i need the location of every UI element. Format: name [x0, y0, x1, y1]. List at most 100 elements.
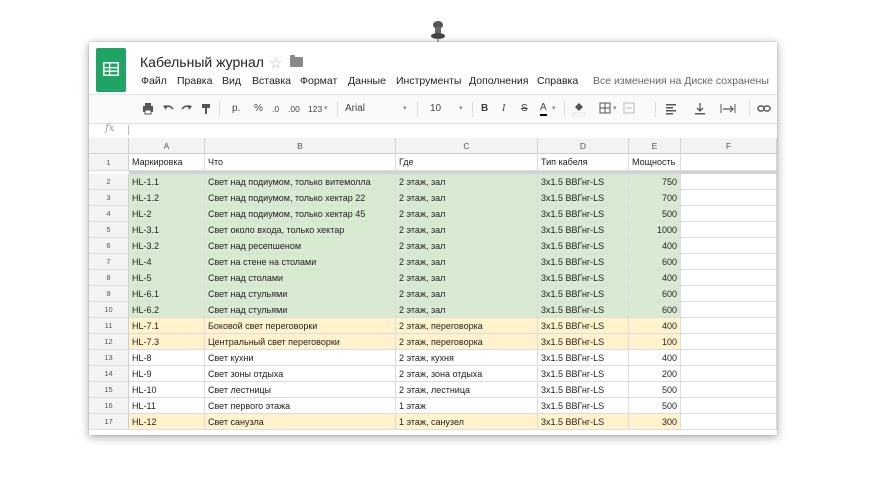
cell-col-b[interactable]: Центральный свет переговорки: [205, 334, 396, 350]
cell-col-c[interactable]: 2 этаж, лестница: [396, 382, 538, 398]
cell-col-a[interactable]: HL-6.1: [129, 286, 205, 302]
row-header[interactable]: 6: [89, 238, 129, 254]
cell-col-c[interactable]: 2 этаж, зона отдыха: [396, 366, 538, 382]
row-header[interactable]: 15: [89, 382, 129, 398]
cell-col-a[interactable]: HL-12: [129, 414, 205, 430]
font-select[interactable]: Arial: [345, 101, 365, 117]
cell-col-a[interactable]: HL-4: [129, 254, 205, 270]
font-size-chevron-icon[interactable]: ▾: [459, 101, 463, 117]
valign-icon[interactable]: [694, 101, 706, 117]
column-header-b[interactable]: B: [205, 138, 396, 154]
row-header[interactable]: 1: [89, 154, 129, 171]
menu-tools[interactable]: Инструменты: [396, 75, 461, 87]
cell-col-c[interactable]: 2 этаж, зал: [396, 238, 538, 254]
cell-col-f[interactable]: [681, 414, 777, 430]
cell-col-f[interactable]: [681, 270, 777, 286]
header-cell-col-d[interactable]: Тип кабеля: [538, 154, 629, 171]
cell-col-f[interactable]: [681, 222, 777, 238]
cell-col-c[interactable]: 2 этаж, зал: [396, 190, 538, 206]
cell-col-a[interactable]: HL-5: [129, 270, 205, 286]
menu-file[interactable]: Файл: [141, 75, 167, 87]
sheets-logo-icon[interactable]: [96, 48, 126, 92]
row-header[interactable]: 12: [89, 334, 129, 350]
menu-format[interactable]: Формат: [300, 75, 337, 87]
more-formats-button[interactable]: 123: [308, 101, 322, 117]
header-cell-col-a[interactable]: Маркировка: [129, 154, 205, 171]
cell-col-e[interactable]: 300: [629, 414, 681, 430]
align-left-icon[interactable]: [665, 101, 677, 117]
cell-col-c[interactable]: 2 этаж, кухня: [396, 350, 538, 366]
cell-col-f[interactable]: [681, 174, 777, 190]
cell-col-e[interactable]: 100: [629, 334, 681, 350]
more-formats-chevron-icon[interactable]: ▾: [324, 101, 328, 117]
cell-col-b[interactable]: Свет над подиумом, только витемолла: [205, 174, 396, 190]
cell-col-a[interactable]: HL-6.2: [129, 302, 205, 318]
cell-col-b[interactable]: Свет лестницы: [205, 382, 396, 398]
cell-col-d[interactable]: 3x1.5 ВВГнг-LS: [538, 206, 629, 222]
increase-decimals-button[interactable]: .00: [288, 101, 300, 117]
formula-input[interactable]: [128, 125, 129, 135]
cell-col-b[interactable]: Свет над подиумом, только хектар 22: [205, 190, 396, 206]
column-header-a[interactable]: A: [129, 138, 205, 154]
row-header[interactable]: 11: [89, 318, 129, 334]
cell-col-f[interactable]: [681, 286, 777, 302]
cell-col-d[interactable]: 3x1.5 ВВГнг-LS: [538, 270, 629, 286]
cell-col-d[interactable]: 3x1.5 ВВГнг-LS: [538, 254, 629, 270]
cell-col-e[interactable]: 200: [629, 366, 681, 382]
cell-col-c[interactable]: 1 этаж, санузел: [396, 414, 538, 430]
cell-col-b[interactable]: Свет над стульями: [205, 302, 396, 318]
row-header[interactable]: 13: [89, 350, 129, 366]
cell-col-f[interactable]: [681, 302, 777, 318]
cell-col-e[interactable]: 400: [629, 270, 681, 286]
borders-chevron-icon[interactable]: ▾: [613, 101, 617, 117]
row-header[interactable]: 3: [89, 190, 129, 206]
row-header[interactable]: 7: [89, 254, 129, 270]
borders-icon[interactable]: [599, 101, 611, 117]
cell-col-c[interactable]: 2 этаж, зал: [396, 222, 538, 238]
folder-icon[interactable]: [290, 55, 303, 67]
cell-col-f[interactable]: [681, 366, 777, 382]
cell-col-d[interactable]: 3x1.5 ВВГнг-LS: [538, 174, 629, 190]
cell-col-c[interactable]: 2 этаж, зал: [396, 286, 538, 302]
cell-col-b[interactable]: Свет около входа, только хектар: [205, 222, 396, 238]
cell-col-f[interactable]: [681, 382, 777, 398]
cell-col-a[interactable]: HL-1.1: [129, 174, 205, 190]
cell-col-e[interactable]: 750: [629, 174, 681, 190]
cell-col-c[interactable]: 2 этаж, зал: [396, 174, 538, 190]
text-wrap-icon[interactable]: [720, 101, 736, 117]
header-cell-col-e[interactable]: Мощность: [629, 154, 681, 171]
text-color-button[interactable]: A: [540, 101, 547, 116]
print-icon[interactable]: [142, 101, 154, 117]
cell-col-c[interactable]: 2 этаж, зал: [396, 302, 538, 318]
paint-format-icon[interactable]: [200, 101, 212, 117]
cell-col-e[interactable]: 500: [629, 398, 681, 414]
row-header[interactable]: 16: [89, 398, 129, 414]
cell-col-c[interactable]: 2 этаж, зал: [396, 254, 538, 270]
cell-col-d[interactable]: 3x1.5 ВВГнг-LS: [538, 286, 629, 302]
cell-col-a[interactable]: HL-9: [129, 366, 205, 382]
row-header[interactable]: 14: [89, 366, 129, 382]
cell-col-f[interactable]: [681, 398, 777, 414]
row-header[interactable]: 5: [89, 222, 129, 238]
cell-col-f[interactable]: [681, 334, 777, 350]
bold-button[interactable]: B: [481, 101, 488, 117]
cell-col-b[interactable]: Свет на стене на столами: [205, 254, 396, 270]
header-cell-col-f[interactable]: [681, 154, 777, 171]
cell-col-e[interactable]: 600: [629, 286, 681, 302]
strikethrough-button[interactable]: S: [521, 101, 528, 117]
cell-col-f[interactable]: [681, 254, 777, 270]
redo-icon[interactable]: [181, 101, 193, 117]
percent-format-button[interactable]: %: [254, 101, 263, 117]
cell-col-a[interactable]: HL-7.3: [129, 334, 205, 350]
cell-col-a[interactable]: HL-2: [129, 206, 205, 222]
cell-col-e[interactable]: 700: [629, 190, 681, 206]
cell-col-d[interactable]: 3x1.5 ВВГнг-LS: [538, 302, 629, 318]
column-header-d[interactable]: D: [538, 138, 629, 154]
font-chevron-icon[interactable]: ▾: [403, 101, 407, 117]
currency-format-button[interactable]: р.: [232, 101, 240, 117]
cell-col-b[interactable]: Свет над ресепшеном: [205, 238, 396, 254]
menu-view[interactable]: Вид: [222, 75, 241, 87]
cell-col-e[interactable]: 400: [629, 318, 681, 334]
cell-col-c[interactable]: 1 этаж: [396, 398, 538, 414]
cell-col-b[interactable]: Свет над подиумом, только хектар 45: [205, 206, 396, 222]
